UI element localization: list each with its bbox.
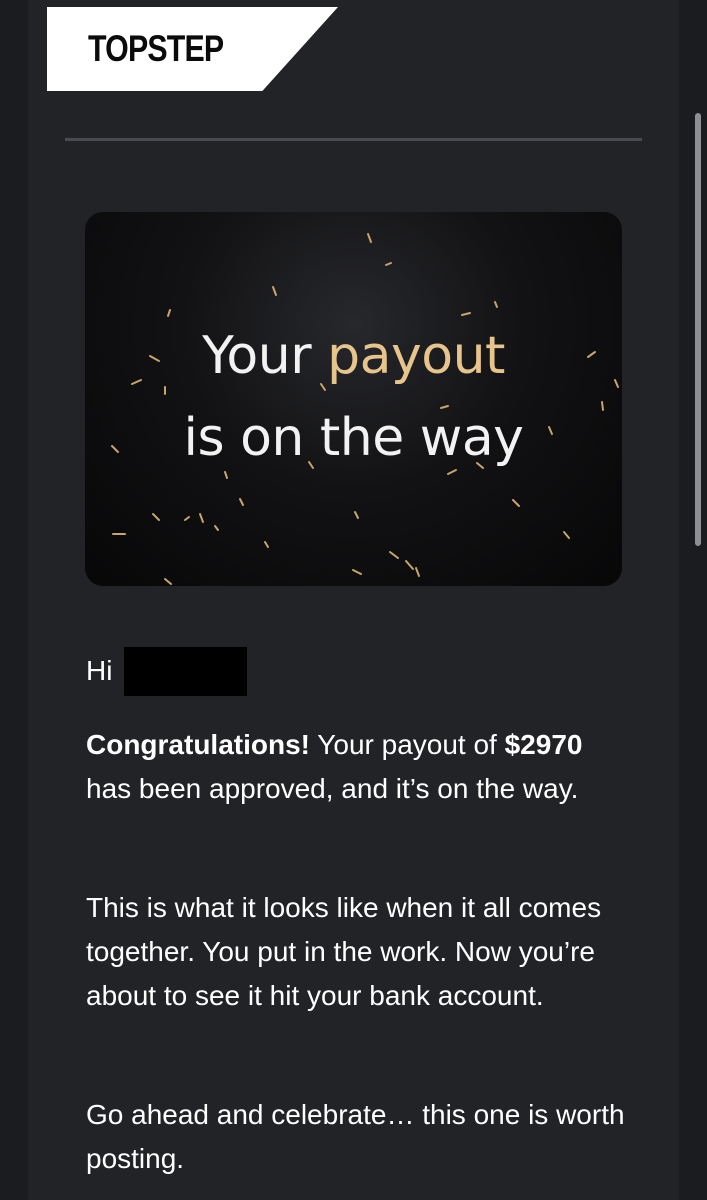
confetti-decoration [111,233,619,585]
redacted-name-block [124,647,247,696]
hero-banner-image: Your payout is on the way [85,212,622,586]
congratulations-paragraph: Congratulations! Your payout of $2970 ha… [86,723,626,811]
email-viewer: TOPSTEP Your payout is on the way Hi Con… [0,0,707,1200]
celebrate-paragraph: Go ahead and celebrate… this one is wort… [86,1099,625,1174]
motivation-paragraph: This is what it looks like when it all c… [86,892,602,1011]
congratulations-lead: Congratulations! [86,729,310,760]
hero-word-payout: payout [327,326,505,386]
greeting-text: Hi [86,655,113,686]
logo-text: TOPSTEP [88,28,224,69]
hero-headline-line2: is on the way [183,408,524,468]
payout-amount: $2970 [504,729,583,760]
hero-headline-line1: Your payout [85,326,622,386]
email-body-panel [28,0,679,1200]
payout-text-a: Your payout of [310,729,505,760]
hero-word-your: Your [202,326,312,386]
payout-text-b: has been approved, and it’s on the way. [86,773,579,804]
scrollbar-thumb[interactable] [695,113,701,546]
header-divider [65,138,642,141]
